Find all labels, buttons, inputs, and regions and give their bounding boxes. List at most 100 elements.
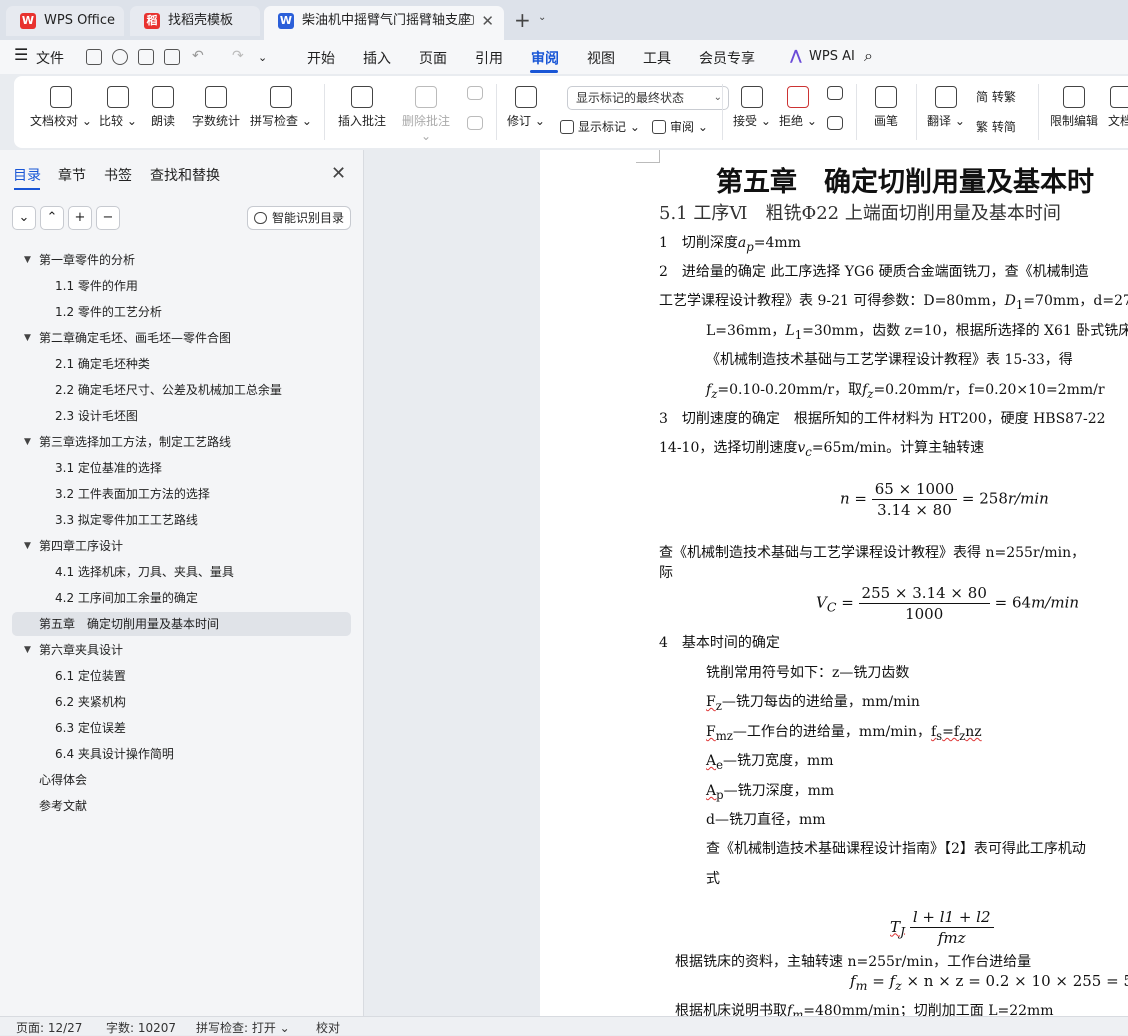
chevron-down-icon[interactable]: ⌄ (538, 12, 546, 23)
expand-triangle-icon[interactable]: ▼ (24, 534, 31, 558)
toc-item[interactable]: 1.1 零件的作用 (12, 274, 351, 298)
spell-check-indicator[interactable]: 拼写检查: 打开 ⌄ (196, 1019, 290, 1036)
collapse-down-icon[interactable]: ⌄ (12, 206, 36, 230)
next-change-button[interactable] (824, 116, 846, 134)
toc-item[interactable]: 2.3 设计毛坯图 (12, 404, 351, 428)
tab-toc[interactable]: 目录 (13, 165, 41, 185)
toc-item[interactable]: 4.2 工序间加工余量的确定 (12, 586, 351, 610)
accept-button[interactable]: 接受 ⌄ (732, 86, 772, 129)
to-traditional-button[interactable]: 简 转繁 (976, 88, 1016, 105)
tab-docer[interactable]: 稻 找稻壳模板 (130, 6, 260, 36)
expand-triangle-icon[interactable]: ▼ (24, 430, 31, 454)
close-icon[interactable]: ✕ (331, 163, 346, 184)
equation-table-feed: fm = fz × n × z = 0.2 × 10 × 255 = 510 (850, 972, 1128, 993)
toc-item[interactable]: ▼ 第三章选择加工方法，制定工艺路线 (12, 430, 351, 454)
spell-check-button[interactable]: 拼写检查 ⌄ (250, 86, 312, 129)
toc-item[interactable]: ▼ 第一章零件的分析 (12, 248, 351, 272)
review-pane-icon (652, 120, 666, 134)
restrict-edit-icon (1063, 86, 1085, 108)
menu-page[interactable]: 页面 (419, 48, 447, 68)
toc-item-label: 心得体会 (39, 773, 88, 787)
document-page[interactable]: 第五章 确定切削用量及基本时 5.1 工序Ⅵ 粗铣Φ22 上端面切削用量及基本时… (540, 150, 1128, 1016)
toc-item[interactable]: ▼ 第四章工序设计 (12, 534, 351, 558)
review-pane-button[interactable]: 审阅 ⌄ (652, 118, 708, 135)
print-preview-icon[interactable] (164, 49, 180, 65)
show-markup-button[interactable]: 显示标记 ⌄ (560, 118, 640, 135)
toc-item[interactable]: 2.1 确定毛坯种类 (12, 352, 351, 376)
reject-button[interactable]: 拒绝 ⌄ (778, 86, 818, 129)
add-level-icon[interactable]: + (68, 206, 92, 230)
toc-item[interactable]: 6.3 定位误差 (12, 716, 351, 740)
toc-item-label: 3.3 拟定零件加工工艺路线 (55, 513, 198, 527)
pen-button[interactable]: 画笔 (866, 86, 906, 129)
menu-wps-ai[interactable]: WPS AI (809, 49, 855, 64)
word-count-indicator[interactable]: 字数: 10207 (106, 1019, 176, 1036)
menu-tools[interactable]: 工具 (643, 48, 671, 68)
menu-member[interactable]: 会员专享 (699, 48, 755, 68)
toc-item[interactable]: 4.1 选择机床，刀具、夹具、量具 (12, 560, 351, 584)
word-count-button[interactable]: 字数统计 (190, 86, 242, 129)
delete-comment-button[interactable]: 删除批注 ⌄ (396, 86, 456, 143)
expand-triangle-icon[interactable]: ▼ (24, 248, 31, 272)
markup-state-select[interactable]: 显示标记的最终状态 ⌄ (567, 86, 729, 110)
search-icon[interactable]: ⌕ (864, 46, 873, 66)
prev-comment-button[interactable] (464, 86, 486, 104)
menu-references[interactable]: 引用 (475, 48, 503, 68)
quick-access-more-icon[interactable]: ⌄ (258, 51, 267, 64)
share-icon[interactable] (112, 49, 128, 65)
doc-permission-button[interactable]: 文档 (1108, 86, 1128, 129)
toc-item[interactable]: 3.2 工件表面加工方法的选择 (12, 482, 351, 506)
insert-comment-button[interactable]: 插入批注 (334, 86, 390, 129)
toc-item[interactable]: 参考文献 (12, 794, 351, 818)
menu-file[interactable]: 文件 (36, 48, 64, 68)
collapse-up-icon[interactable]: ⌃ (40, 206, 64, 230)
to-simplified-button[interactable]: 繁 转简 (976, 118, 1016, 135)
next-comment-button[interactable] (464, 116, 486, 134)
tab-wps-office[interactable]: W WPS Office (6, 6, 124, 36)
close-icon[interactable]: ✕ (481, 6, 494, 36)
hamburger-icon[interactable]: ☰ (14, 45, 28, 64)
tab-sections[interactable]: 章节 (58, 165, 86, 185)
menu-view[interactable]: 视图 (587, 48, 615, 68)
read-aloud-button[interactable]: 朗读 (148, 86, 178, 129)
menu-home[interactable]: 开始 (307, 48, 335, 68)
wps-logo-icon: W (20, 13, 36, 29)
doc-check-button[interactable]: 文档校对 ⌄ (28, 86, 94, 129)
toc-item[interactable]: 1.2 零件的工艺分析 (12, 300, 351, 324)
toc-item[interactable]: 6.2 夹紧机构 (12, 690, 351, 714)
remove-level-icon[interactable]: − (96, 206, 120, 230)
undo-icon[interactable]: ↶ (192, 48, 204, 64)
revise-button[interactable]: 修订 ⌄ (506, 86, 546, 129)
redo-icon[interactable]: ↷ (232, 48, 244, 64)
page-indicator[interactable]: 页面: 12/27 (16, 1019, 82, 1036)
smart-toc-button[interactable]: 智能识别目录 (247, 206, 351, 230)
toc-item[interactable]: 6.1 定位装置 (12, 664, 351, 688)
menu-insert[interactable]: 插入 (363, 48, 391, 68)
toc-item[interactable]: 2.2 确定毛坯尺寸、公差及机械加工总余量 (12, 378, 351, 402)
new-tab-plus-icon[interactable]: + (514, 8, 531, 32)
translate-button[interactable]: 翻译 ⌄ (924, 86, 968, 129)
toc-item-label: 6.1 定位装置 (55, 669, 126, 683)
tab-find-replace[interactable]: 查找和替换 (150, 165, 220, 185)
menu-review[interactable]: 审阅 (531, 48, 559, 68)
prev-change-button[interactable] (824, 86, 846, 104)
toc-item[interactable]: 第五章 确定切削用量及基本时间 (12, 612, 351, 636)
proofread-indicator[interactable]: 校对 (316, 1019, 340, 1036)
ribbon-toolbar: 文档校对 ⌄ 比较 ⌄ 朗读 字数统计 拼写检查 ⌄ 插入批注 删除批注 ⌄ 修… (14, 76, 1128, 148)
monitor-icon[interactable] (462, 15, 474, 25)
save-icon[interactable] (86, 49, 102, 65)
toc-item[interactable]: ▼ 第二章确定毛坯、画毛坯—零件合图 (12, 326, 351, 350)
print-icon[interactable] (138, 49, 154, 65)
expand-triangle-icon[interactable]: ▼ (24, 638, 31, 662)
toc-item[interactable]: ▼ 第六章夹具设计 (12, 638, 351, 662)
tab-bookmarks[interactable]: 书签 (104, 165, 132, 185)
restrict-edit-button[interactable]: 限制编辑 (1046, 86, 1102, 129)
toc-item[interactable]: 心得体会 (12, 768, 351, 792)
toc-item[interactable]: 3.3 拟定零件加工工艺路线 (12, 508, 351, 532)
tab-document[interactable]: W 柴油机中摇臂气门摇臂轴支座 ✕ (264, 6, 504, 40)
expand-triangle-icon[interactable]: ▼ (24, 326, 31, 350)
toc-item[interactable]: 3.1 定位基准的选择 (12, 456, 351, 480)
toc-item-label: 2.2 确定毛坯尺寸、公差及机械加工总余量 (55, 383, 282, 397)
compare-button[interactable]: 比较 ⌄ (98, 86, 138, 129)
toc-item[interactable]: 6.4 夹具设计操作简明 (12, 742, 351, 766)
